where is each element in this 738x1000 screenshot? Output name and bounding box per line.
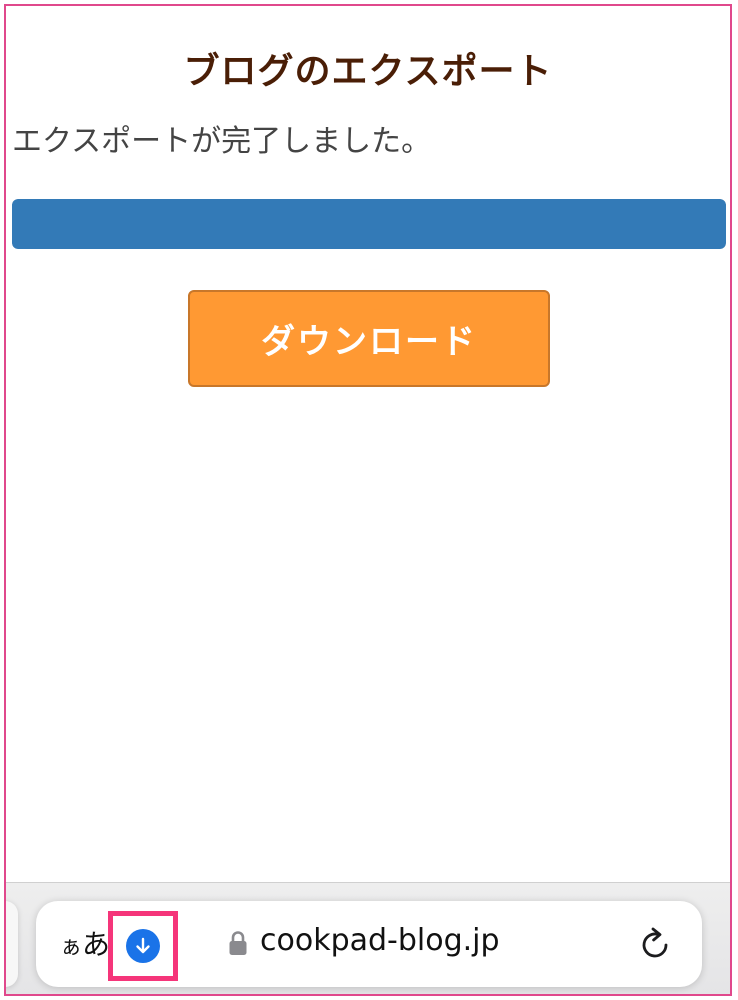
previous-tab-edge[interactable] [6,901,18,987]
download-button[interactable]: ダウンロード [188,290,550,387]
text-size-label-large: あ [82,928,111,961]
lock-icon [228,930,248,960]
text-size-button[interactable]: ぁあ [60,923,110,963]
export-status-text: エクスポートが完了しました。 [12,124,432,159]
address-bar[interactable]: ぁあ cookpad-blog.jp [36,901,702,987]
export-progress-fill [12,199,726,249]
url-text[interactable]: cookpad-blog.jp [260,923,500,958]
text-size-label-small: ぁ [60,935,83,960]
reload-icon[interactable] [636,925,676,969]
arrow-down-circle-icon [126,929,160,963]
browser-toolbar: ぁあ cookpad-blog.jp [6,882,730,994]
page-title: ブログのエクスポート [183,51,553,92]
export-progress-bar [12,199,726,249]
page-frame: ブログのエクスポート エクスポートが完了しました。 ダウンロード ぁあ cook… [4,4,732,996]
download-indicator-button[interactable] [108,911,178,981]
